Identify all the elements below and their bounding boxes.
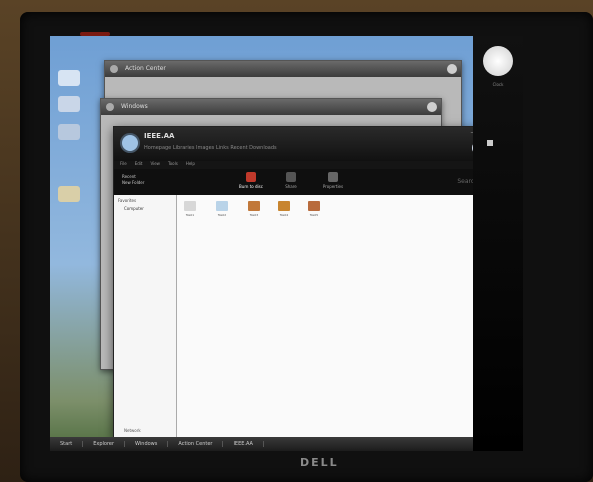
nav-item-computer[interactable]: Computer xyxy=(114,204,176,213)
desktop-icon-1[interactable] xyxy=(58,70,80,86)
window-title: Action Center xyxy=(125,65,166,72)
nav-header[interactable]: Favorites xyxy=(114,195,176,204)
taskbar: Start Explorer Windows Action Center IEE… xyxy=(50,437,523,451)
window-icon xyxy=(110,65,118,73)
window-icon xyxy=(106,103,114,111)
menu-view[interactable]: View xyxy=(150,161,160,169)
menu-edit[interactable]: Edit xyxy=(135,161,143,169)
file-item[interactable]: file02 xyxy=(213,201,231,217)
file-icon xyxy=(184,201,196,211)
file-item[interactable]: file05 xyxy=(305,201,323,217)
taskbar-item[interactable]: Explorer xyxy=(83,441,126,447)
monitor-brand: DELL xyxy=(300,456,339,469)
properties-icon xyxy=(328,172,338,182)
screen: Action Center Windows IEEE.AA Homepage L… xyxy=(50,36,523,451)
toolbar-left: Recent New Folder xyxy=(122,174,144,186)
window-titlebar[interactable]: Windows xyxy=(101,99,441,115)
taskbar-item[interactable]: Windows xyxy=(125,441,169,447)
window-titlebar[interactable]: IEEE.AA Homepage Libraries Images Links … xyxy=(114,127,492,161)
window-title: Windows xyxy=(121,103,148,110)
file-list: file01 file02 file03 file04 file05 xyxy=(177,195,492,437)
start-button[interactable]: Start xyxy=(50,441,84,447)
app-title: IEEE.AA xyxy=(144,132,175,140)
desktop-icon-4[interactable] xyxy=(58,186,80,202)
menu-tools[interactable]: Tools xyxy=(168,161,178,169)
file-icon xyxy=(308,201,320,211)
gadget-item[interactable] xyxy=(487,140,493,146)
file-icon xyxy=(216,201,228,211)
menu-help[interactable]: Help xyxy=(186,161,195,169)
file-caption: file05 xyxy=(309,213,319,217)
gadget-sidebar: Clock xyxy=(473,36,523,451)
menu-bar: File Edit View Tools Help xyxy=(114,161,492,169)
taskbar-item[interactable]: Action Center xyxy=(168,441,224,447)
file-caption: file01 xyxy=(185,213,195,217)
properties-button[interactable]: Properties xyxy=(306,172,360,189)
file-caption: file02 xyxy=(217,213,227,217)
file-caption: file03 xyxy=(249,213,259,217)
toolbar-new-folder[interactable]: New Folder xyxy=(122,180,144,186)
close-icon[interactable] xyxy=(427,102,437,112)
desktop-icon-2[interactable] xyxy=(58,96,80,112)
nav-item-network[interactable]: Network xyxy=(124,428,141,433)
file-item[interactable]: file03 xyxy=(245,201,263,217)
taskbar-item[interactable]: IEEE.AA xyxy=(223,441,264,447)
clock-icon[interactable] xyxy=(483,46,513,76)
file-caption: file04 xyxy=(279,213,289,217)
file-item[interactable]: file01 xyxy=(181,201,199,217)
toolbar: Recent New Folder Burn to disc Share Pro… xyxy=(114,169,492,195)
navigation-pane: Favorites Computer Network xyxy=(114,195,177,437)
file-item[interactable]: file04 xyxy=(275,201,293,217)
properties-label: Properties xyxy=(322,184,344,189)
file-icon xyxy=(248,201,260,211)
file-icon xyxy=(278,201,290,211)
app-logo-icon xyxy=(120,133,140,153)
window-titlebar[interactable]: Action Center xyxy=(105,61,461,77)
desktop-icon-3[interactable] xyxy=(58,124,80,140)
explorer-window[interactable]: IEEE.AA Homepage Libraries Images Links … xyxy=(113,126,493,438)
app-subtitle: Homepage Libraries Images Links Recent D… xyxy=(144,145,277,151)
clock-label: Clock xyxy=(492,82,504,87)
window-body: Favorites Computer Network file01 file02… xyxy=(114,195,492,437)
menu-file[interactable]: File xyxy=(120,161,127,169)
share-icon xyxy=(286,172,296,182)
burn-icon xyxy=(246,172,256,182)
close-icon[interactable] xyxy=(447,64,457,74)
